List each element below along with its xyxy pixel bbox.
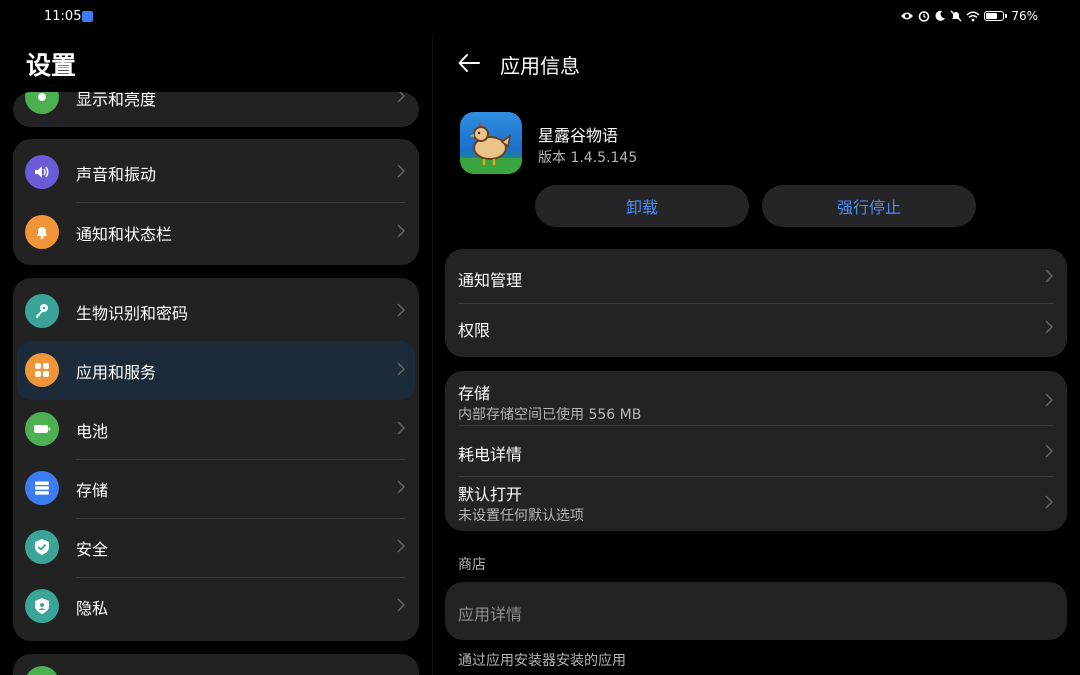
settings-item-label: 生物识别和密码 — [76, 304, 189, 323]
status-time: 11:05 — [44, 9, 82, 24]
settings-item-security[interactable]: 安全 — [13, 518, 419, 577]
alarm-icon — [919, 11, 930, 22]
settings-item-apps-services[interactable]: 应用和服务 — [17, 341, 415, 400]
speaker-icon — [25, 155, 59, 189]
eye-icon — [901, 12, 914, 20]
stardew-valley-app-icon — [460, 112, 522, 174]
display-icon — [25, 92, 59, 114]
settings-item-sound[interactable]: 声音和振动 — [13, 143, 419, 202]
back-button[interactable] — [457, 52, 483, 76]
settings-item-label: 存储 — [76, 481, 109, 500]
settings-item-notifications[interactable]: 通知和状态栏 — [13, 203, 419, 262]
notification-management-item[interactable]: 通知管理 — [445, 249, 1067, 303]
app-info-pane: 应用信息 星露谷物语 版本 1.4.5.145 卸载 强行停止 通知管理 权限 … — [433, 34, 1080, 675]
chevron-right-icon — [397, 164, 405, 178]
battery-percent: 76% — [1011, 9, 1038, 23]
chevron-right-icon — [397, 92, 405, 103]
battery-icon — [25, 412, 59, 446]
wifi-icon — [966, 11, 980, 21]
chevron-right-icon — [1045, 393, 1053, 407]
settings-item-icon-partial — [25, 666, 59, 675]
notification-app-icon — [82, 11, 93, 22]
settings-list-pane: 设置 显示和亮度 声音和振动 通知和状态栏 生物识别和密码 应用和服务 电池 存… — [0, 34, 432, 675]
permissions-item[interactable]: 权限 — [445, 303, 1067, 357]
app-settings-card: 通知管理 权限 — [445, 249, 1067, 357]
status-icons: 76% — [900, 9, 1038, 23]
settings-item-label: 电池 — [76, 422, 109, 441]
settings-item-label: 显示和亮度 — [76, 92, 157, 109]
settings-item-display[interactable]: 显示和亮度 — [13, 92, 419, 127]
app-name: 星露谷物语 — [538, 126, 619, 145]
item-subtitle: 内部存储空间已使用 556 MB — [458, 407, 642, 423]
item-title: 应用详情 — [458, 605, 523, 624]
settings-card-display: 显示和亮度 — [13, 92, 419, 127]
uninstall-button[interactable]: 卸载 — [535, 185, 749, 227]
chevron-right-icon — [397, 362, 405, 376]
app-details-item[interactable]: 应用详情 — [445, 582, 1067, 640]
settings-title: 设置 — [26, 51, 77, 80]
settings-item-label: 安全 — [76, 540, 109, 559]
app-usage-card: 存储 内部存储空间已使用 556 MB 耗电详情 默认打开 未设置任何默认选项 — [445, 371, 1067, 531]
privacy-icon — [25, 589, 59, 623]
settings-item-biometrics[interactable]: 生物识别和密码 — [13, 282, 419, 341]
item-title: 存储 — [458, 384, 491, 403]
settings-card-apps: 生物识别和密码 应用和服务 电池 存储 安全 隐私 — [13, 278, 419, 641]
item-title: 通知管理 — [458, 271, 523, 290]
app-details-card: 应用详情 — [445, 582, 1067, 640]
settings-item-label: 隐私 — [76, 599, 109, 618]
settings-item-storage[interactable]: 存储 — [13, 459, 419, 518]
open-by-default-item[interactable]: 默认打开 未设置任何默认选项 — [445, 476, 1067, 531]
chevron-right-icon — [397, 598, 405, 612]
chevron-right-icon — [397, 480, 405, 494]
status-bar: 11:05 76% — [0, 0, 1080, 34]
item-title: 默认打开 — [458, 485, 523, 504]
battery-fill — [986, 13, 998, 19]
item-subtitle: 未设置任何默认选项 — [458, 508, 584, 524]
chevron-right-icon — [397, 224, 405, 238]
storage-icon — [25, 471, 59, 505]
install-source-text: 通过应用安装器安装的应用 — [458, 653, 626, 669]
power-usage-item[interactable]: 耗电详情 — [445, 425, 1067, 476]
chevron-right-icon — [1045, 495, 1053, 509]
chevron-right-icon — [397, 421, 405, 435]
shield-icon — [25, 530, 59, 564]
bell-icon — [25, 215, 59, 249]
chevron-right-icon — [1045, 444, 1053, 458]
item-title: 耗电详情 — [458, 445, 523, 464]
battery-tip — [1005, 14, 1008, 18]
bell-off-icon — [950, 10, 962, 22]
battery-status-icon — [984, 11, 1005, 21]
app-version: 版本 1.4.5.145 — [538, 150, 638, 166]
store-section-label: 商店 — [458, 557, 486, 573]
chevron-right-icon — [1045, 320, 1053, 334]
chevron-right-icon — [397, 303, 405, 317]
settings-item-label: 通知和状态栏 — [76, 225, 173, 244]
force-stop-button[interactable]: 强行停止 — [762, 185, 976, 227]
arrow-left-icon — [458, 54, 480, 72]
settings-item-label: 声音和振动 — [76, 165, 157, 184]
settings-card-more — [13, 654, 419, 675]
apps-grid-icon — [25, 353, 59, 387]
key-icon — [25, 294, 59, 328]
item-title: 权限 — [458, 321, 491, 340]
settings-item-battery[interactable]: 电池 — [13, 400, 419, 459]
storage-item[interactable]: 存储 内部存储空间已使用 556 MB — [445, 371, 1067, 425]
settings-screen: 11:05 76% 设置 显示和亮度 声音和振动 通知和状态栏 生物识别和密码 … — [0, 0, 1080, 675]
moon-icon — [935, 10, 946, 21]
chevron-right-icon — [397, 539, 405, 553]
page-title: 应用信息 — [500, 54, 580, 78]
settings-item-label: 应用和服务 — [76, 363, 157, 382]
settings-card-sound: 声音和振动 通知和状态栏 — [13, 139, 419, 265]
chevron-right-icon — [1045, 269, 1053, 283]
settings-item-privacy[interactable]: 隐私 — [13, 577, 419, 636]
